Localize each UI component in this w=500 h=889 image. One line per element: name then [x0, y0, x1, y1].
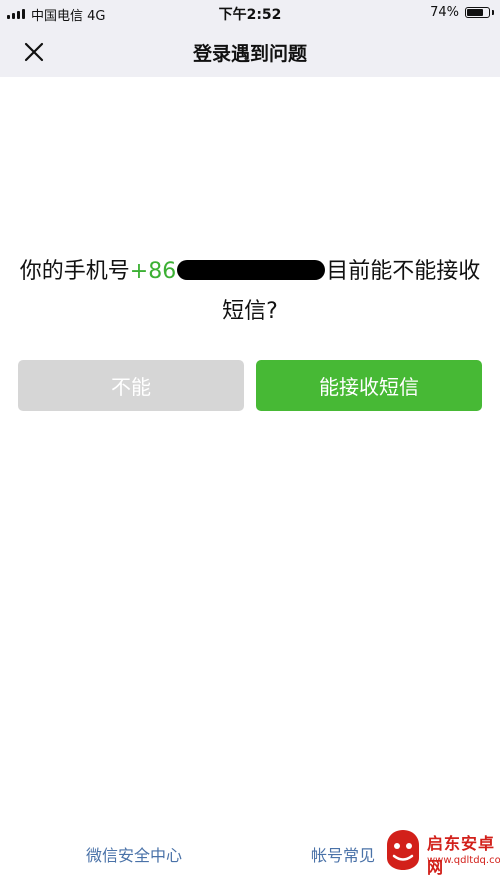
redaction-mark — [177, 260, 326, 280]
security-center-link[interactable]: 微信安全中心 — [86, 842, 182, 866]
question-text: 你的手机号+86 目前能不能接收短信? — [18, 252, 482, 332]
account-faq-link[interactable]: 帐号常见 — [311, 842, 375, 866]
battery-tip — [492, 10, 494, 15]
phone-number: +86 — [129, 259, 177, 284]
close-icon — [24, 42, 44, 62]
battery-percentage: 74% — [430, 5, 459, 20]
cannot-receive-button[interactable]: 不能 — [18, 360, 244, 411]
watermark-logo-icon — [387, 830, 419, 870]
status-bar: 中国电信 4G 下午2:52 74% — [0, 0, 500, 26]
close-button[interactable] — [18, 36, 50, 68]
can-receive-sms-button[interactable]: 能接收短信 — [256, 360, 482, 411]
watermark-text: 启东安卓网 — [427, 834, 496, 877]
watermark: 启东安卓网 www.qdltdq.com — [384, 826, 500, 884]
battery-icon — [465, 7, 490, 18]
battery-level — [467, 9, 483, 16]
page-title: 登录遇到问题 — [192, 43, 307, 65]
nav-bar: 登录遇到问题 — [0, 26, 500, 77]
status-time: 下午2:52 — [218, 7, 282, 23]
question-prefix: 你的手机号 — [19, 259, 130, 284]
watermark-url: www.qdltdq.com — [427, 855, 500, 866]
